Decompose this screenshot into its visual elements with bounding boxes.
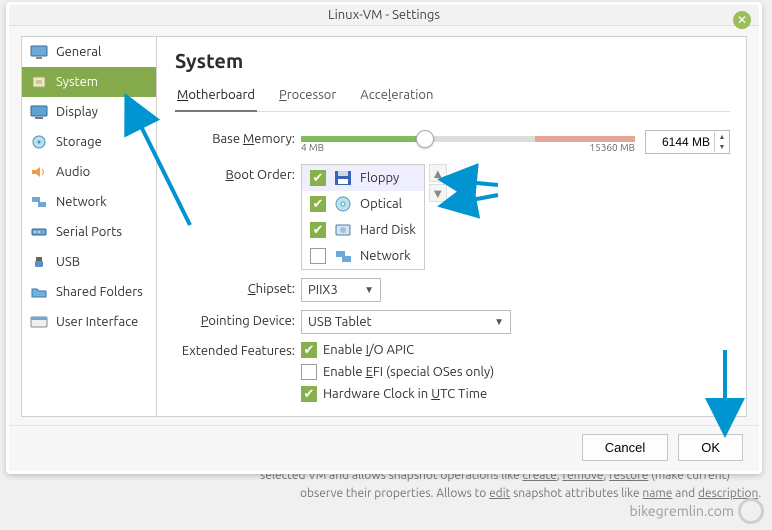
checkbox-efi[interactable] — [301, 364, 317, 380]
sidebar-item-usb[interactable]: USB — [22, 247, 156, 277]
row-boot-order: Boot Order: ✔ Floppy ✔ — [175, 164, 730, 270]
cancel-button[interactable]: Cancel — [582, 434, 668, 461]
sidebar-item-label: Storage — [56, 135, 102, 149]
boot-move-down-icon[interactable]: ▼ — [429, 184, 447, 202]
checkbox-network[interactable] — [310, 248, 326, 264]
boot-item-label: Optical — [360, 197, 402, 211]
tab-acceleration[interactable]: Acceleration — [358, 84, 435, 111]
checkbox-utc[interactable]: ✔ — [301, 386, 317, 402]
row-chipset: Chipset: PIIX3▼ — [175, 278, 730, 302]
display-icon — [30, 104, 48, 120]
spinner-up-icon[interactable]: ▲ — [715, 132, 729, 142]
monitor-icon — [30, 44, 48, 60]
sidebar-item-storage[interactable]: Storage — [22, 127, 156, 157]
sidebar-item-label: System — [56, 75, 98, 89]
chip-icon — [30, 74, 48, 90]
boot-item-label: Hard Disk — [360, 223, 416, 237]
sidebar-item-label: User Interface — [56, 315, 138, 329]
settings-dialog: Linux-VM - Settings ✕ General System — [6, 2, 762, 474]
memory-input[interactable] — [646, 135, 714, 149]
boot-item-label: Floppy — [360, 171, 399, 185]
boot-item-label: Network — [360, 249, 411, 263]
boot-reorder-buttons: ▲ ▼ — [429, 164, 447, 270]
label-boot-order: Boot Order: — [175, 164, 295, 182]
titlebar: Linux-VM - Settings ✕ — [9, 5, 759, 26]
window-title: Linux-VM - Settings — [328, 8, 440, 22]
checkbox-hard-disk[interactable]: ✔ — [310, 222, 326, 238]
tab-processor[interactable]: Processor — [277, 84, 338, 111]
folder-icon — [30, 284, 48, 300]
row-extended-features: Extended Features: ✔ Enable I/O APIC Ena… — [175, 342, 730, 408]
ext-enable-io-apic[interactable]: ✔ Enable I/O APIC — [301, 342, 494, 358]
sidebar-item-label: General — [56, 45, 101, 59]
row-base-memory: Base Memory: 4 MB15360 MB ▲▼ — [175, 128, 730, 156]
row-pointing-device: Pointing Device: USB Tablet▼ — [175, 310, 730, 334]
storage-icon — [30, 134, 48, 150]
floppy-icon — [332, 169, 354, 187]
hard-disk-icon — [332, 221, 354, 239]
checkbox-io-apic[interactable]: ✔ — [301, 342, 317, 358]
ext-hardware-clock-utc[interactable]: ✔ Hardware Clock in UTC Time — [301, 386, 494, 402]
sidebar-item-audio[interactable]: Audio — [22, 157, 156, 187]
boot-item-hard-disk[interactable]: ✔ Hard Disk — [302, 217, 424, 243]
label-base-memory: Base Memory: — [175, 128, 295, 146]
boot-item-optical[interactable]: ✔ Optical — [302, 191, 424, 217]
checkbox-optical[interactable]: ✔ — [310, 196, 326, 212]
label-pointing-device: Pointing Device: — [175, 310, 295, 328]
network-boot-icon — [332, 247, 354, 265]
select-chipset[interactable]: PIIX3▼ — [301, 278, 381, 302]
memory-slider[interactable]: 4 MB15360 MB — [301, 128, 635, 156]
sidebar-item-user-interface[interactable]: User Interface — [22, 307, 156, 337]
sidebar-item-label: USB — [56, 255, 80, 269]
watermark: bikegremlin.com — [629, 498, 764, 524]
settings-sidebar: General System Display Storage — [21, 36, 157, 417]
sidebar-item-label: Network — [56, 195, 107, 209]
boot-order-list[interactable]: ✔ Floppy ✔ Optical ✔ — [301, 164, 425, 270]
boot-item-network[interactable]: Network — [302, 243, 424, 269]
sidebar-item-label: Display — [56, 105, 98, 119]
sidebar-item-general[interactable]: General — [22, 37, 156, 67]
speaker-icon — [30, 164, 48, 180]
ok-button[interactable]: OK — [678, 434, 743, 461]
sidebar-item-system[interactable]: System — [22, 67, 156, 97]
sidebar-item-shared-folders[interactable]: Shared Folders — [22, 277, 156, 307]
dialog-footer: Cancel OK — [9, 425, 759, 471]
sidebar-item-display[interactable]: Display — [22, 97, 156, 127]
tab-motherboard[interactable]: Motherboard — [175, 84, 257, 112]
label-chipset: Chipset: — [175, 278, 295, 296]
chevron-down-icon: ▼ — [494, 316, 504, 328]
boot-item-floppy[interactable]: ✔ Floppy — [302, 165, 424, 191]
select-pointing-device[interactable]: USB Tablet▼ — [301, 310, 511, 334]
close-icon[interactable]: ✕ — [733, 11, 751, 29]
sidebar-item-serial-ports[interactable]: Serial Ports — [22, 217, 156, 247]
main-panel: System Motherboard Processor Acceleratio… — [157, 36, 747, 417]
page-heading: System — [175, 49, 730, 72]
usb-icon — [30, 254, 48, 270]
sidebar-item-network[interactable]: Network — [22, 187, 156, 217]
chevron-down-icon: ▼ — [364, 284, 374, 296]
network-icon — [30, 194, 48, 210]
optical-icon — [332, 195, 354, 213]
serial-icon — [30, 224, 48, 240]
ext-enable-efi[interactable]: Enable EFI (special OSes only) — [301, 364, 494, 380]
sidebar-item-label: Serial Ports — [56, 225, 122, 239]
sidebar-item-label: Audio — [56, 165, 90, 179]
gear-icon — [738, 498, 764, 524]
label-extended-features: Extended Features: — [175, 342, 295, 358]
spinner-down-icon[interactable]: ▼ — [715, 142, 729, 152]
ui-icon — [30, 314, 48, 330]
tabs: Motherboard Processor Acceleration — [175, 84, 730, 112]
checkbox-floppy[interactable]: ✔ — [310, 170, 326, 186]
boot-move-up-icon[interactable]: ▲ — [429, 164, 447, 182]
memory-spinner[interactable]: ▲▼ — [645, 130, 730, 154]
sidebar-item-label: Shared Folders — [56, 285, 143, 299]
